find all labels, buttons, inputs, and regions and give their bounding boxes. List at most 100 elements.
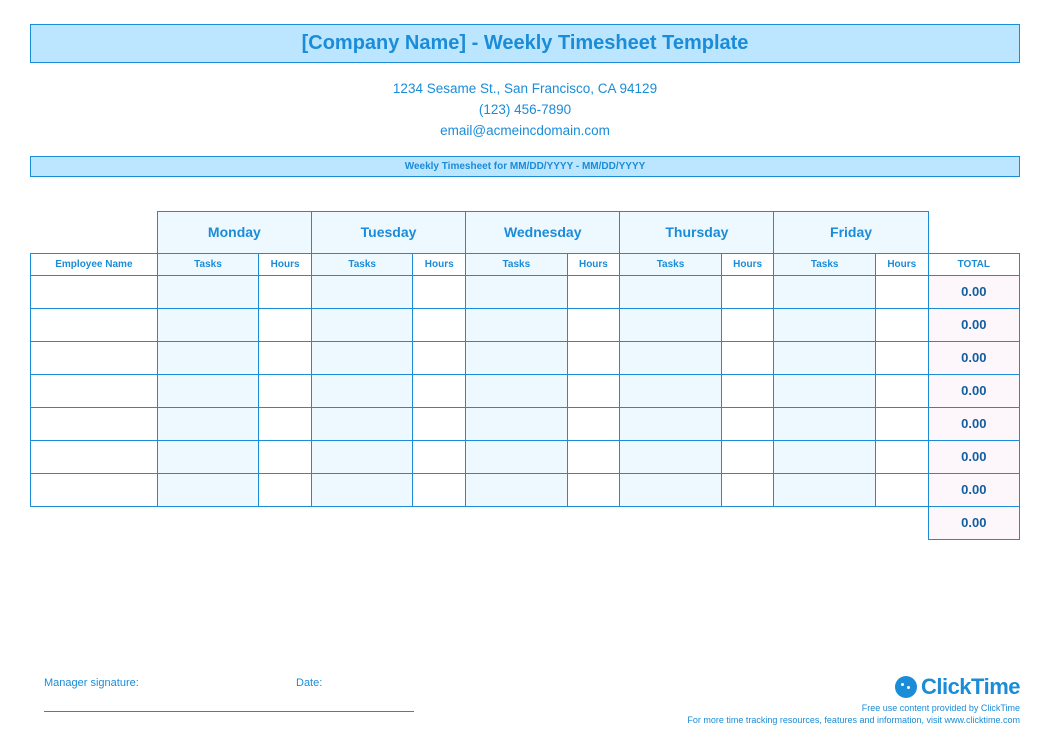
hours-cell[interactable] (567, 440, 620, 473)
tasks-cell[interactable] (774, 473, 875, 506)
hours-cell[interactable] (413, 473, 466, 506)
header-tasks: Tasks (466, 253, 567, 275)
hours-cell[interactable] (721, 407, 774, 440)
hours-cell[interactable] (567, 374, 620, 407)
header-hours: Hours (413, 253, 466, 275)
employee-name-cell[interactable] (31, 275, 158, 308)
tasks-cell[interactable] (311, 407, 412, 440)
row-total-cell: 0.00 (928, 440, 1019, 473)
hours-cell[interactable] (567, 341, 620, 374)
tasks-cell[interactable] (774, 341, 875, 374)
header-total: TOTAL (928, 253, 1019, 275)
hours-cell[interactable] (721, 374, 774, 407)
hours-cell[interactable] (875, 341, 928, 374)
hours-cell[interactable] (567, 407, 620, 440)
tasks-cell[interactable] (157, 374, 258, 407)
employee-name-cell[interactable] (31, 308, 158, 341)
tasks-cell[interactable] (466, 341, 567, 374)
tasks-cell[interactable] (157, 275, 258, 308)
hours-cell[interactable] (875, 374, 928, 407)
header-hours: Hours (259, 253, 312, 275)
tasks-cell[interactable] (157, 308, 258, 341)
company-phone: (123) 456-7890 (30, 100, 1020, 121)
week-range-label: Weekly Timesheet for MM/DD/YYYY - MM/DD/… (30, 156, 1020, 177)
signature-line (44, 711, 414, 712)
tasks-cell[interactable] (466, 275, 567, 308)
hours-cell[interactable] (567, 473, 620, 506)
tasks-cell[interactable] (157, 407, 258, 440)
table-row: 0.00 (31, 308, 1020, 341)
tasks-cell[interactable] (774, 440, 875, 473)
page-title: [Company Name] - Weekly Timesheet Templa… (30, 24, 1020, 63)
tasks-cell[interactable] (311, 275, 412, 308)
tasks-cell[interactable] (311, 440, 412, 473)
tasks-cell[interactable] (466, 308, 567, 341)
employee-name-cell[interactable] (31, 473, 158, 506)
hours-cell[interactable] (721, 275, 774, 308)
brand-name: ClickTime (921, 674, 1020, 700)
employee-name-cell[interactable] (31, 440, 158, 473)
tasks-cell[interactable] (311, 374, 412, 407)
tasks-cell[interactable] (311, 308, 412, 341)
tasks-cell[interactable] (620, 341, 721, 374)
tasks-cell[interactable] (311, 341, 412, 374)
grand-total-cell: 0.00 (928, 506, 1019, 539)
hours-cell[interactable] (413, 407, 466, 440)
brand-tagline-1: Free use content provided by ClickTime (687, 702, 1020, 714)
table-row: 0.00 (31, 275, 1020, 308)
hours-cell[interactable] (259, 275, 312, 308)
company-address: 1234 Sesame St., San Francisco, CA 94129 (30, 79, 1020, 100)
hours-cell[interactable] (413, 440, 466, 473)
signature-date-label: Date: (296, 677, 322, 689)
tasks-cell[interactable] (466, 440, 567, 473)
tasks-cell[interactable] (774, 308, 875, 341)
hours-cell[interactable] (259, 374, 312, 407)
employee-name-cell[interactable] (31, 407, 158, 440)
hours-cell[interactable] (875, 407, 928, 440)
tasks-cell[interactable] (774, 374, 875, 407)
hours-cell[interactable] (875, 275, 928, 308)
table-row: 0.00 (31, 407, 1020, 440)
hours-cell[interactable] (567, 275, 620, 308)
hours-cell[interactable] (413, 275, 466, 308)
tasks-cell[interactable] (466, 374, 567, 407)
hours-cell[interactable] (259, 440, 312, 473)
tasks-cell[interactable] (620, 440, 721, 473)
tasks-cell[interactable] (157, 341, 258, 374)
hours-cell[interactable] (875, 440, 928, 473)
header-hours: Hours (567, 253, 620, 275)
employee-name-cell[interactable] (31, 341, 158, 374)
employee-name-cell[interactable] (31, 374, 158, 407)
tasks-cell[interactable] (774, 275, 875, 308)
hours-cell[interactable] (721, 473, 774, 506)
row-total-cell: 0.00 (928, 473, 1019, 506)
tasks-cell[interactable] (466, 407, 567, 440)
tasks-cell[interactable] (620, 275, 721, 308)
hours-cell[interactable] (259, 341, 312, 374)
hours-cell[interactable] (413, 341, 466, 374)
header-tasks: Tasks (311, 253, 412, 275)
tasks-cell[interactable] (774, 407, 875, 440)
hours-cell[interactable] (875, 473, 928, 506)
header-employee: Employee Name (31, 253, 158, 275)
hours-cell[interactable] (567, 308, 620, 341)
tasks-cell[interactable] (620, 374, 721, 407)
hours-cell[interactable] (259, 407, 312, 440)
tasks-cell[interactable] (311, 473, 412, 506)
brand-tagline-2: For more time tracking resources, featur… (687, 714, 1020, 726)
tasks-cell[interactable] (620, 473, 721, 506)
hours-cell[interactable] (721, 341, 774, 374)
tasks-cell[interactable] (157, 473, 258, 506)
tasks-cell[interactable] (157, 440, 258, 473)
tasks-cell[interactable] (620, 407, 721, 440)
hours-cell[interactable] (413, 374, 466, 407)
hours-cell[interactable] (721, 440, 774, 473)
hours-cell[interactable] (259, 473, 312, 506)
hours-cell[interactable] (875, 308, 928, 341)
table-row: 0.00 (31, 341, 1020, 374)
tasks-cell[interactable] (620, 308, 721, 341)
hours-cell[interactable] (259, 308, 312, 341)
tasks-cell[interactable] (466, 473, 567, 506)
hours-cell[interactable] (413, 308, 466, 341)
hours-cell[interactable] (721, 308, 774, 341)
